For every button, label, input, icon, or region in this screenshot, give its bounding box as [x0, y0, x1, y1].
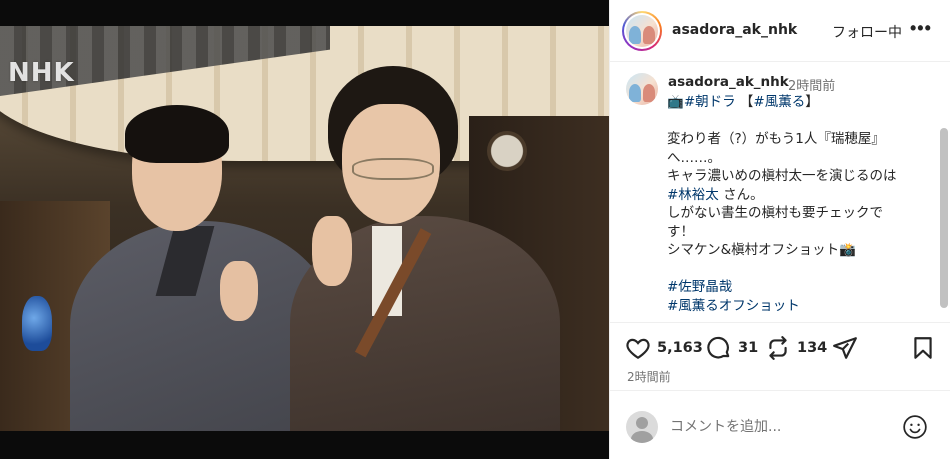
- caption-line: す！: [667, 223, 932, 242]
- repost-icon: [769, 336, 787, 360]
- nhk-watermark: NHK: [8, 58, 75, 88]
- caption-time: 2時間前: [788, 79, 836, 94]
- caption-area[interactable]: asadora_ak_nhk 2時間前 📺#朝ドラ 【#風薫る】 変わり者（?）が…: [610, 63, 950, 321]
- post-header: asadora_ak_nhk フォロー中 •••: [610, 0, 950, 62]
- caption-segment: シマケン&槇村オフショット📸: [667, 242, 856, 258]
- heart-icon: [626, 338, 650, 360]
- comment-button[interactable]: 31: [706, 335, 758, 361]
- following-button[interactable]: フォロー中: [832, 22, 902, 42]
- comment-input[interactable]: [670, 415, 890, 439]
- caption-line: 📺#朝ドラ 【#風薫る】: [667, 93, 932, 112]
- caption-segment: へ……。: [667, 149, 721, 166]
- comment-bar: [610, 390, 950, 459]
- caption-text: 📺#朝ドラ 【#風薫る】 変わり者（?）がもう1人『瑞穂屋』 へ……。 キャラ濃いめの…: [667, 93, 932, 315]
- share-button[interactable]: [832, 335, 858, 361]
- hashtag-link[interactable]: #朝ドラ: [684, 94, 736, 110]
- repost-button[interactable]: 134: [765, 335, 827, 361]
- more-options-icon[interactable]: •••: [910, 18, 932, 39]
- story-ring[interactable]: [622, 11, 662, 51]
- emoji-icon[interactable]: [902, 414, 928, 440]
- caption-line: [667, 112, 932, 131]
- header-username[interactable]: asadora_ak_nhk: [672, 22, 797, 38]
- caption-line: #佐野晶哉: [667, 278, 932, 297]
- caption-segment: 】: [805, 94, 819, 110]
- caption-segment: しがない書生の槇村も要チェックで: [667, 205, 883, 221]
- photo-vase: [22, 296, 52, 351]
- hashtag-link[interactable]: #佐野晶哉: [667, 279, 732, 295]
- hashtag-link[interactable]: #林裕太: [667, 187, 719, 203]
- viewer-avatar: [626, 411, 658, 443]
- bookmark-icon: [914, 337, 932, 359]
- repost-count: 134: [797, 340, 828, 356]
- like-count: 5,163: [657, 340, 703, 356]
- comment-icon: [707, 336, 730, 359]
- caption-segment: さん。: [718, 186, 764, 203]
- caption-line: #林裕太 さん。: [667, 186, 932, 205]
- action-bar: 5,163 31 134 2時間前: [610, 322, 950, 390]
- caption-line: キャラ濃いめの槇村太一を演じるのは: [667, 167, 932, 186]
- caption-avatar[interactable]: [626, 73, 658, 105]
- caption-username[interactable]: asadora_ak_nhk: [668, 74, 789, 90]
- caption-line: [667, 260, 932, 279]
- caption-segment: 変わり者（?）がもう1人『瑞穂屋』: [667, 131, 885, 147]
- caption-segment: 📺: [667, 94, 684, 110]
- avatar: [626, 15, 658, 47]
- like-button[interactable]: 5,163: [625, 335, 703, 361]
- hashtag-link[interactable]: #風薫る: [753, 94, 805, 110]
- caption-segment: 【: [735, 94, 754, 110]
- caption-line: へ……。: [667, 149, 932, 168]
- photo-person-right: [290, 66, 560, 431]
- save-button[interactable]: [910, 335, 936, 361]
- caption-segment: す！: [667, 223, 694, 240]
- post-time: 2時間前: [627, 370, 671, 384]
- caption-line: 変わり者（?）がもう1人『瑞穂屋』: [667, 130, 932, 149]
- post-media[interactable]: NHK: [0, 0, 609, 459]
- caption-line: #風薫るオフショット: [667, 297, 932, 316]
- post-side-panel: asadora_ak_nhk フォロー中 ••• asadora_ak_nhk …: [609, 0, 950, 459]
- caption-scrollbar[interactable]: [940, 128, 948, 308]
- caption-line: しがない書生の槇村も要チェックで: [667, 204, 932, 223]
- caption-segment: キャラ濃いめの槇村太一を演じるのは: [667, 168, 897, 184]
- comment-count: 31: [738, 340, 759, 356]
- post-photo: NHK: [0, 26, 609, 431]
- hashtag-link[interactable]: #風薫るオフショット: [667, 298, 800, 314]
- share-icon: [833, 337, 857, 359]
- caption-line: シマケン&槇村オフショット📸: [667, 241, 932, 260]
